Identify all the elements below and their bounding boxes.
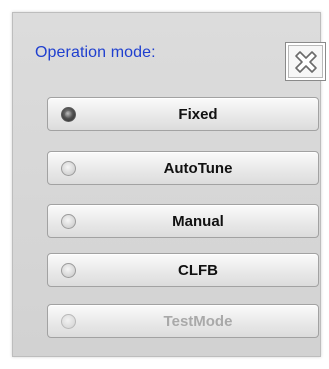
mode-label: TestMode — [163, 313, 233, 330]
close-icon — [295, 51, 317, 73]
mode-button-fixed[interactable]: Fixed — [47, 97, 319, 131]
dialog-title: Operation mode: — [35, 44, 156, 61]
mode-button-testmode: TestMode — [47, 304, 319, 338]
mode-label: AutoTune — [163, 160, 233, 177]
mode-label: CLFB — [178, 262, 218, 279]
radio-unselected-icon — [61, 161, 76, 176]
close-button[interactable] — [285, 42, 326, 81]
mode-button-autotune[interactable]: AutoTune — [47, 151, 319, 185]
mode-label: Manual — [172, 213, 224, 230]
radio-selected-icon — [61, 107, 76, 122]
radio-disabled-icon — [61, 314, 76, 329]
radio-unselected-icon — [61, 214, 76, 229]
mode-label: Fixed — [178, 106, 218, 123]
mode-button-clfb[interactable]: CLFB — [47, 253, 319, 287]
operation-mode-dialog: Operation mode: Fixed AutoTune Manual CL… — [12, 12, 326, 357]
mode-button-manual[interactable]: Manual — [47, 204, 319, 238]
radio-unselected-icon — [61, 263, 76, 278]
